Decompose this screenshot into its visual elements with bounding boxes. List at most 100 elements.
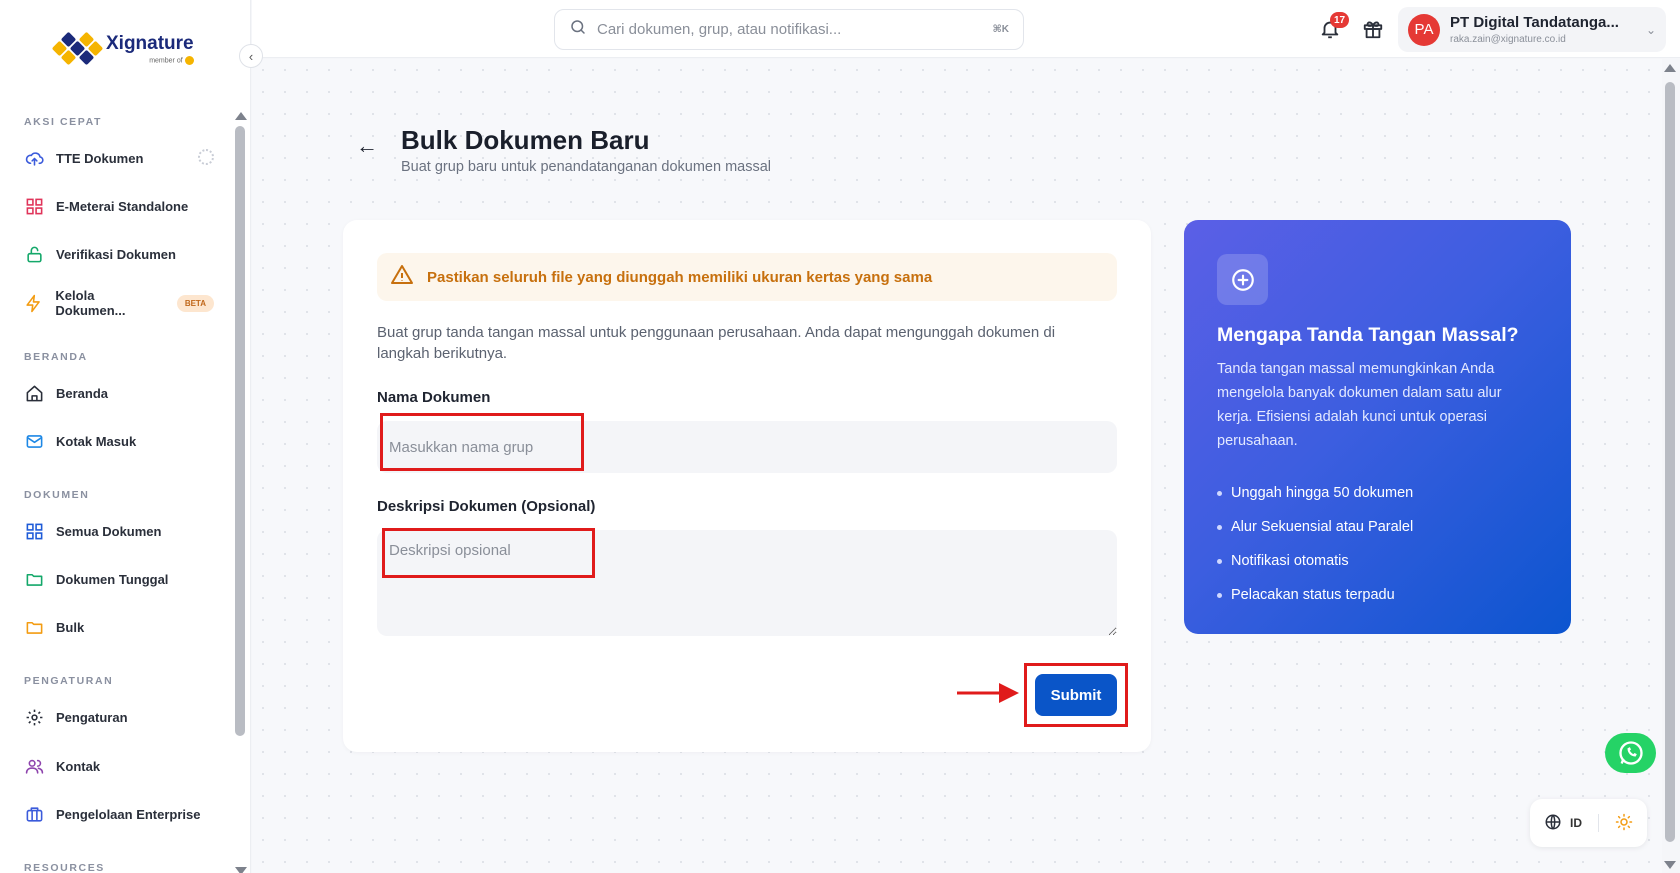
sidebar-item-e-meterai[interactable]: E-Meterai Standalone bbox=[24, 189, 214, 223]
warning-icon bbox=[389, 263, 415, 292]
scroll-down-icon[interactable] bbox=[235, 867, 247, 873]
sidebar-item-enterprise[interactable]: Pengelolaan Enterprise bbox=[24, 797, 214, 831]
topbar: ⌘K 17 PA PT Digital Tandatanga... raka.z… bbox=[252, 0, 1680, 58]
gear-icon bbox=[24, 707, 44, 727]
chevron-left-icon: ‹ bbox=[248, 48, 254, 64]
sidebar-item-dokumen-tunggal[interactable]: Dokumen Tunggal bbox=[24, 562, 214, 596]
list-item: Notifikasi otomatis bbox=[1217, 544, 1413, 578]
sidebar-item-label: Kelola Dokumen... bbox=[55, 288, 126, 318]
briefcase-icon bbox=[24, 804, 44, 824]
sidebar-item-label: Pengelolaan Enterprise bbox=[56, 806, 201, 822]
plus-circle-icon bbox=[1217, 254, 1268, 305]
brand-logo[interactable]: Xignature member of bbox=[51, 30, 194, 68]
globe-icon bbox=[1544, 813, 1562, 834]
name-input[interactable] bbox=[377, 421, 1117, 473]
sidebar-scrollbar[interactable] bbox=[235, 112, 247, 873]
account-email: raka.zain@xignature.co.id bbox=[1450, 34, 1566, 45]
page-subtitle: Buat grup baru untuk penandatanganan dok… bbox=[401, 159, 772, 175]
scroll-down-icon[interactable] bbox=[1664, 861, 1676, 869]
avatar: PA bbox=[1408, 13, 1440, 46]
sun-icon[interactable] bbox=[1615, 813, 1633, 834]
nav-section-resources: RESOURCES bbox=[24, 862, 105, 873]
list-item: Unggah hingga 50 dokumen bbox=[1217, 476, 1413, 510]
sidebar-item-pengaturan[interactable]: Pengaturan bbox=[24, 700, 214, 734]
sidebar-item-tte-dokumen[interactable]: TTE Dokumen bbox=[24, 141, 214, 175]
scroll-up-icon[interactable] bbox=[235, 112, 247, 120]
folder-icon bbox=[24, 617, 44, 637]
gift-icon[interactable] bbox=[1362, 18, 1384, 40]
info-list: Unggah hingga 50 dokumen Alur Sekuensial… bbox=[1217, 476, 1413, 612]
nav-section-dokumen: DOKUMEN bbox=[24, 489, 90, 501]
info-text: Tanda tangan massal memungkinkan Anda me… bbox=[1217, 361, 1502, 449]
bolt-icon bbox=[24, 293, 43, 313]
page-title: Bulk Dokumen Baru bbox=[401, 125, 650, 155]
search-icon bbox=[569, 18, 587, 41]
sidebar-item-kontak[interactable]: Kontak bbox=[24, 749, 214, 783]
bulk-form-card: Pastikan seluruh file yang diunggah memi… bbox=[343, 220, 1151, 752]
whatsapp-button[interactable] bbox=[1605, 733, 1656, 773]
desc-field-label: Deskripsi Dokumen (Opsional) bbox=[377, 498, 596, 515]
account-menu[interactable]: PA PT Digital Tandatanga... raka.zain@xi… bbox=[1398, 7, 1666, 52]
notification-badge: 17 bbox=[1330, 12, 1350, 28]
sidebar-item-semua-dokumen[interactable]: Semua Dokumen bbox=[24, 514, 214, 548]
sidebar-collapse-button[interactable]: ‹ bbox=[239, 44, 263, 68]
whatsapp-icon bbox=[1618, 741, 1643, 765]
loading-icon bbox=[198, 149, 214, 165]
divider bbox=[1598, 814, 1599, 832]
main-scrollbar[interactable] bbox=[1664, 60, 1676, 873]
list-item: Alur Sekuensial atau Paralel bbox=[1217, 510, 1413, 544]
warning-text: Pastikan seluruh file yang diunggah memi… bbox=[427, 268, 933, 286]
sidebar-item-verifikasi[interactable]: Verifikasi Dokumen bbox=[24, 237, 214, 271]
users-icon bbox=[24, 756, 44, 776]
sidebar-item-label: Beranda bbox=[56, 385, 109, 401]
search-input[interactable] bbox=[597, 21, 993, 38]
nav-section-pengaturan: PENGATURAN bbox=[24, 675, 114, 687]
grid-icon bbox=[24, 196, 44, 216]
xignature-logo-mark bbox=[51, 30, 104, 68]
sidebar-item-label: Kontak bbox=[56, 758, 101, 774]
search-shortcut: ⌘K bbox=[992, 24, 1010, 35]
nav-section-aksi-cepat: AKSI CEPAT bbox=[24, 116, 103, 128]
mail-icon bbox=[24, 431, 44, 451]
info-card: Mengapa Tanda Tangan Massal? Tanda tanga… bbox=[1184, 220, 1571, 634]
form-description: Buat grup tanda tangan massal untuk peng… bbox=[377, 324, 1056, 362]
sidebar-item-label: TTE Dokumen bbox=[56, 150, 144, 166]
language-switcher[interactable]: ID bbox=[1530, 799, 1647, 847]
sidebar-item-beranda[interactable]: Beranda bbox=[24, 376, 214, 410]
chevron-down-icon: ⌄ bbox=[1645, 22, 1656, 37]
scroll-up-icon[interactable] bbox=[1664, 64, 1676, 72]
sidebar-item-kotak-masuk[interactable]: Kotak Masuk bbox=[24, 424, 214, 458]
sidebar-item-kelola-dokumen[interactable]: Kelola Dokumen... BETA bbox=[24, 286, 214, 320]
main-content: ← Bulk Dokumen Baru Buat grup baru untuk… bbox=[252, 59, 1662, 873]
sidebar-item-label: Pengaturan bbox=[56, 709, 128, 725]
sidebar: Xignature member of AKSI CEPAT TTE Dokum… bbox=[0, 0, 251, 873]
grid-icon bbox=[24, 521, 44, 541]
brand-tagline: member of bbox=[106, 55, 194, 65]
sidebar-item-bulk[interactable]: Bulk bbox=[24, 610, 214, 644]
sidebar-item-label: Verifikasi Dokumen bbox=[56, 246, 176, 262]
scrollbar-thumb[interactable] bbox=[235, 126, 245, 736]
cloud-upload-icon bbox=[24, 148, 44, 168]
lock-icon bbox=[24, 244, 44, 264]
beta-badge: BETA bbox=[176, 294, 214, 312]
sidebar-item-label: Semua Dokumen bbox=[56, 523, 162, 539]
name-field-label: Nama Dokumen bbox=[377, 389, 491, 406]
description-textarea[interactable] bbox=[377, 530, 1117, 636]
brand-name: Xignature bbox=[106, 32, 194, 54]
account-name: PT Digital Tandatanga... bbox=[1450, 14, 1619, 31]
folder-icon bbox=[24, 569, 44, 589]
sidebar-item-label: Kotak Masuk bbox=[56, 433, 137, 449]
language-code: ID bbox=[1570, 816, 1582, 830]
home-icon bbox=[24, 383, 44, 403]
sidebar-item-label: Bulk bbox=[56, 619, 85, 635]
list-item: Pelacakan status terpadu bbox=[1217, 578, 1413, 612]
sidebar-item-label: Dokumen Tunggal bbox=[56, 571, 169, 587]
nav-section-beranda: BERANDA bbox=[24, 351, 88, 363]
search-box[interactable]: ⌘K bbox=[554, 9, 1024, 50]
submit-button[interactable]: Submit bbox=[1035, 674, 1117, 716]
info-title: Mengapa Tanda Tangan Massal? bbox=[1217, 324, 1519, 346]
arrow-right-icon bbox=[957, 683, 1019, 703]
arrow-left-icon: ← bbox=[356, 133, 378, 158]
scrollbar-thumb[interactable] bbox=[1665, 82, 1675, 842]
back-button[interactable]: ← bbox=[347, 126, 387, 166]
